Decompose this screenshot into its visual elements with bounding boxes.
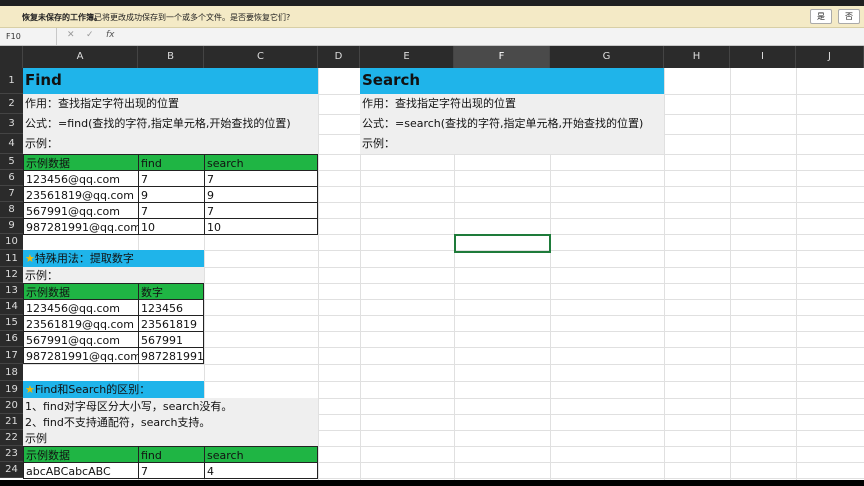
row-header[interactable]: 11 <box>0 250 23 267</box>
column-header-e[interactable]: E <box>360 46 454 68</box>
table-cell[interactable]: 7 <box>138 462 205 479</box>
row-header[interactable]: 23 <box>0 446 23 462</box>
row-header[interactable]: 17 <box>0 347 23 364</box>
diff-title-text: Find和Search的区别： <box>34 383 151 396</box>
row-header[interactable]: 16 <box>0 331 23 347</box>
diff-header-search[interactable]: search <box>204 446 318 463</box>
row-header[interactable]: 20 <box>0 398 23 414</box>
row-header[interactable]: 10 <box>0 234 23 250</box>
table-cell[interactable]: 7 <box>204 170 318 187</box>
active-cell-selection[interactable] <box>454 234 551 253</box>
row-header[interactable]: 24 <box>0 462 23 478</box>
yes-button[interactable]: 是 <box>810 9 832 24</box>
star-icon: ★ <box>25 383 35 396</box>
special-example-label[interactable]: 示例： <box>23 267 204 284</box>
find-header-data[interactable]: 示例数据 <box>23 154 139 171</box>
row-header[interactable]: 8 <box>0 202 23 218</box>
column-header-c[interactable]: C <box>204 46 318 68</box>
diff-line-2[interactable]: 2、find不支持通配符，search支持。 <box>23 414 318 430</box>
table-cell[interactable]: 9 <box>204 186 318 203</box>
row-header[interactable]: 4 <box>0 134 23 154</box>
formula-bar: F10 ✕ ✓ fx <box>0 28 864 46</box>
row-header[interactable]: 13 <box>0 283 23 299</box>
row-header[interactable]: 1 <box>0 68 23 94</box>
find-title[interactable]: Find <box>23 68 318 94</box>
row-header[interactable]: 7 <box>0 186 23 202</box>
spreadsheet-grid[interactable]: A B C D E F G H I J 1 2 3 4 5 6 7 8 9 10 11 12 13 14 1… <box>0 46 864 486</box>
diff-header-data[interactable]: 示例数据 <box>23 446 139 463</box>
column-header-f[interactable]: F <box>454 46 550 68</box>
special-title-text: 特殊用法：提取数字 <box>34 252 134 265</box>
special-header-data[interactable]: 示例数据 <box>23 283 139 300</box>
confirm-icon[interactable]: ✓ <box>86 30 94 40</box>
column-header-j[interactable]: J <box>796 46 864 68</box>
find-header-search[interactable]: search <box>204 154 318 171</box>
column-header-b[interactable]: B <box>138 46 204 68</box>
row-header[interactable]: 18 <box>0 364 23 381</box>
table-cell[interactable]: 567991 <box>138 331 204 348</box>
diff-title[interactable]: ★Find和Search的区别： <box>23 381 204 398</box>
select-all-corner[interactable] <box>0 46 23 68</box>
table-cell[interactable]: 9 <box>138 186 205 203</box>
table-cell[interactable]: 7 <box>204 202 318 219</box>
search-title[interactable]: Search <box>360 68 664 94</box>
row-header[interactable]: 3 <box>0 114 23 134</box>
table-cell[interactable]: 987281991@qq.com <box>23 218 139 235</box>
find-purpose[interactable]: 作用：查找指定字符出现的位置 <box>23 94 318 114</box>
table-cell[interactable]: 4 <box>204 462 318 479</box>
column-header-g[interactable]: G <box>550 46 664 68</box>
function-icon[interactable]: fx <box>106 30 115 40</box>
special-header-number[interactable]: 数字 <box>138 283 204 300</box>
special-title[interactable]: ★特殊用法：提取数字 <box>23 250 204 267</box>
no-button[interactable]: 否 <box>838 9 860 24</box>
row-header[interactable]: 14 <box>0 299 23 315</box>
notice-title: 恢复未保存的工作簿。 <box>22 13 102 22</box>
column-header-d[interactable]: D <box>318 46 360 68</box>
row-header[interactable]: 9 <box>0 218 23 234</box>
row-header[interactable]: 2 <box>0 94 23 114</box>
row-header[interactable]: 22 <box>0 430 23 446</box>
table-cell[interactable]: 123456@qq.com <box>23 170 139 187</box>
table-cell[interactable]: 23561819@qq.com <box>23 186 139 203</box>
column-header-a[interactable]: A <box>23 46 138 68</box>
star-icon: ★ <box>25 252 35 265</box>
table-cell[interactable]: 10 <box>204 218 318 235</box>
search-purpose[interactable]: 作用：查找指定字符出现的位置 <box>360 94 664 114</box>
recovery-notice-bar: 恢复未保存的工作簿。 已将更改成功保存到一个或多个文件。是否要恢复它们? 是 否 <box>0 6 864 28</box>
diff-example-label[interactable]: 示例 <box>23 430 318 446</box>
table-cell[interactable]: 987281991@qq.com <box>23 347 139 364</box>
find-example-label[interactable]: 示例： <box>23 134 318 154</box>
search-formula[interactable]: 公式：=search(查找的字符,指定单元格,开始查找的位置) <box>360 114 664 134</box>
table-cell[interactable]: 7 <box>138 170 205 187</box>
row-header[interactable]: 15 <box>0 315 23 331</box>
diff-header-find[interactable]: find <box>138 446 205 463</box>
sheet-tab-bar <box>0 480 864 486</box>
table-cell[interactable]: 23561819@qq.com <box>23 315 139 332</box>
table-cell[interactable]: 23561819 <box>138 315 204 332</box>
cancel-icon[interactable]: ✕ <box>67 30 75 40</box>
search-example-label[interactable]: 示例： <box>360 134 664 154</box>
table-cell[interactable]: 7 <box>138 202 205 219</box>
table-cell[interactable]: 123456@qq.com <box>23 299 139 316</box>
table-cell[interactable]: abcABCabcABC <box>23 462 139 479</box>
notice-message: 已将更改成功保存到一个或多个文件。是否要恢复它们? <box>94 13 291 22</box>
column-header-h[interactable]: H <box>664 46 730 68</box>
find-formula[interactable]: 公式：=find(查找的字符,指定单元格,开始查找的位置) <box>23 114 318 134</box>
row-header[interactable]: 12 <box>0 267 23 283</box>
column-header-i[interactable]: I <box>730 46 796 68</box>
row-header[interactable]: 19 <box>0 381 23 398</box>
table-cell[interactable]: 567991@qq.com <box>23 331 139 348</box>
diff-line-1[interactable]: 1、find对字母区分大小写，search没有。 <box>23 398 318 414</box>
row-header[interactable]: 5 <box>0 154 23 170</box>
row-header[interactable]: 6 <box>0 170 23 186</box>
table-cell[interactable]: 567991@qq.com <box>23 202 139 219</box>
table-cell[interactable]: 987281991 <box>138 347 204 364</box>
table-cell[interactable]: 10 <box>138 218 205 235</box>
name-box[interactable]: F10 <box>0 28 57 45</box>
row-header[interactable]: 21 <box>0 414 23 430</box>
table-cell[interactable]: 123456 <box>138 299 204 316</box>
find-header-find[interactable]: find <box>138 154 205 171</box>
